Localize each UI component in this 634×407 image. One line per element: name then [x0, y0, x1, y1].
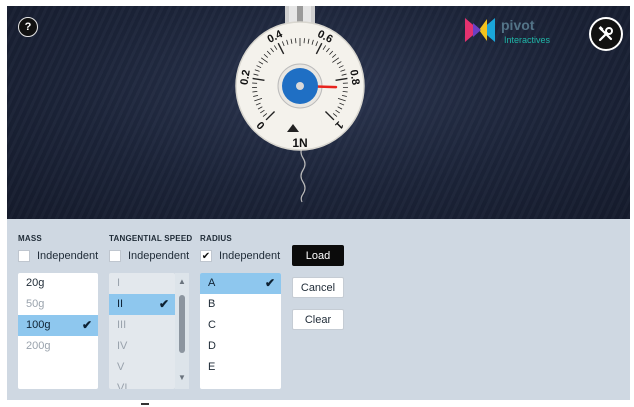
list-item-mass-100g[interactable]: 100g ✔: [18, 315, 98, 336]
logo-subtitle: Interactives: [504, 35, 551, 45]
logo-name: pivot: [501, 17, 535, 33]
option-label: B: [208, 298, 216, 310]
tools-button[interactable]: [589, 17, 623, 51]
option-label: V: [117, 361, 125, 373]
dial-tick-label: 0.2: [239, 69, 253, 86]
radius-title: RADIUS: [200, 234, 232, 243]
mass-independent-toggle[interactable]: Independent: [18, 249, 98, 263]
radius-independent-toggle[interactable]: ✔ Independent: [200, 249, 280, 263]
list-item-speed-vi[interactable]: VI: [109, 378, 175, 389]
option-label: II: [117, 298, 124, 310]
scroll-down-icon[interactable]: ▼: [177, 373, 187, 383]
speed-title: TANGENTIAL SPEED: [109, 234, 193, 243]
list-item-radius-e[interactable]: E: [200, 357, 281, 378]
check-icon: ✔: [81, 318, 92, 332]
pivot-logo: pivot Interactives: [463, 15, 573, 49]
option-label: 100g: [26, 319, 51, 331]
cancel-button[interactable]: Cancel: [292, 277, 344, 298]
list-item-speed-v[interactable]: V: [109, 357, 175, 378]
help-button[interactable]: ?: [18, 17, 38, 37]
option-label: D: [208, 340, 216, 352]
list-item-radius-a[interactable]: A ✔: [200, 273, 281, 294]
list-item-speed-i[interactable]: I: [109, 273, 175, 294]
list-item-radius-d[interactable]: D: [200, 336, 281, 357]
option-label: VI: [117, 382, 128, 389]
option-label: A: [208, 277, 216, 289]
clear-button[interactable]: Clear: [292, 309, 344, 330]
radius-independent-label: Independent: [219, 250, 281, 262]
list-item-speed-iii[interactable]: III: [109, 315, 175, 336]
list-item-mass-20g[interactable]: 20g: [18, 273, 98, 294]
spring-wire: [300, 145, 306, 203]
check-icon: ✔: [201, 250, 211, 262]
speed-list: I II ✔ III IV V VI: [109, 273, 175, 389]
option-label: 20g: [26, 277, 45, 289]
option-label: I: [117, 277, 121, 289]
load-button[interactable]: Load: [292, 245, 344, 266]
radius-list: A ✔ B C D E: [200, 273, 281, 389]
list-item-mass-50g[interactable]: 50g: [18, 294, 98, 315]
option-label: E: [208, 361, 216, 373]
speed-independent-toggle[interactable]: Independent: [109, 249, 189, 263]
list-item-mass-200g[interactable]: 200g: [18, 336, 98, 357]
list-item-radius-b[interactable]: B: [200, 294, 281, 315]
option-label: C: [208, 319, 216, 331]
option-label: IV: [117, 340, 128, 352]
speed-list-scrollbar[interactable]: ▲ ▼: [175, 273, 189, 389]
pivot-logo-icon: [465, 18, 495, 42]
option-label: 200g: [26, 340, 51, 352]
speed-independent-label: Independent: [128, 250, 190, 262]
unit-label: 1N: [292, 136, 307, 150]
dial-tick-label: 0.8: [347, 69, 361, 86]
option-label: III: [117, 319, 127, 331]
radius-independent-checkbox[interactable]: ✔: [200, 250, 212, 262]
mass-title: MASS: [18, 234, 42, 243]
check-icon: ✔: [158, 297, 169, 311]
controls-panel: MASS Independent 20g 50g 100g ✔ 200g TANG…: [7, 219, 630, 400]
scroll-up-icon[interactable]: ▲: [177, 277, 187, 287]
list-item-radius-c[interactable]: C: [200, 315, 281, 336]
spring-scale: 00.20.4 0.60.81 1N: [235, 6, 365, 203]
mass-independent-checkbox[interactable]: [18, 250, 30, 262]
check-icon: ✔: [264, 276, 275, 290]
simulation-stage: ? pivot Interactives 00.20.40.60.81: [7, 6, 630, 219]
mass-list: 20g 50g 100g ✔ 200g: [18, 273, 98, 389]
help-label: ?: [24, 21, 32, 33]
list-item-speed-ii[interactable]: II ✔: [109, 294, 175, 315]
option-label: 50g: [26, 298, 45, 310]
speed-independent-checkbox[interactable]: [109, 250, 121, 262]
tools-icon: [598, 26, 613, 42]
list-item-speed-iv[interactable]: IV: [109, 336, 175, 357]
text-cursor: [141, 403, 149, 405]
mass-independent-label: Independent: [37, 250, 99, 262]
scroll-thumb[interactable]: [179, 295, 185, 353]
